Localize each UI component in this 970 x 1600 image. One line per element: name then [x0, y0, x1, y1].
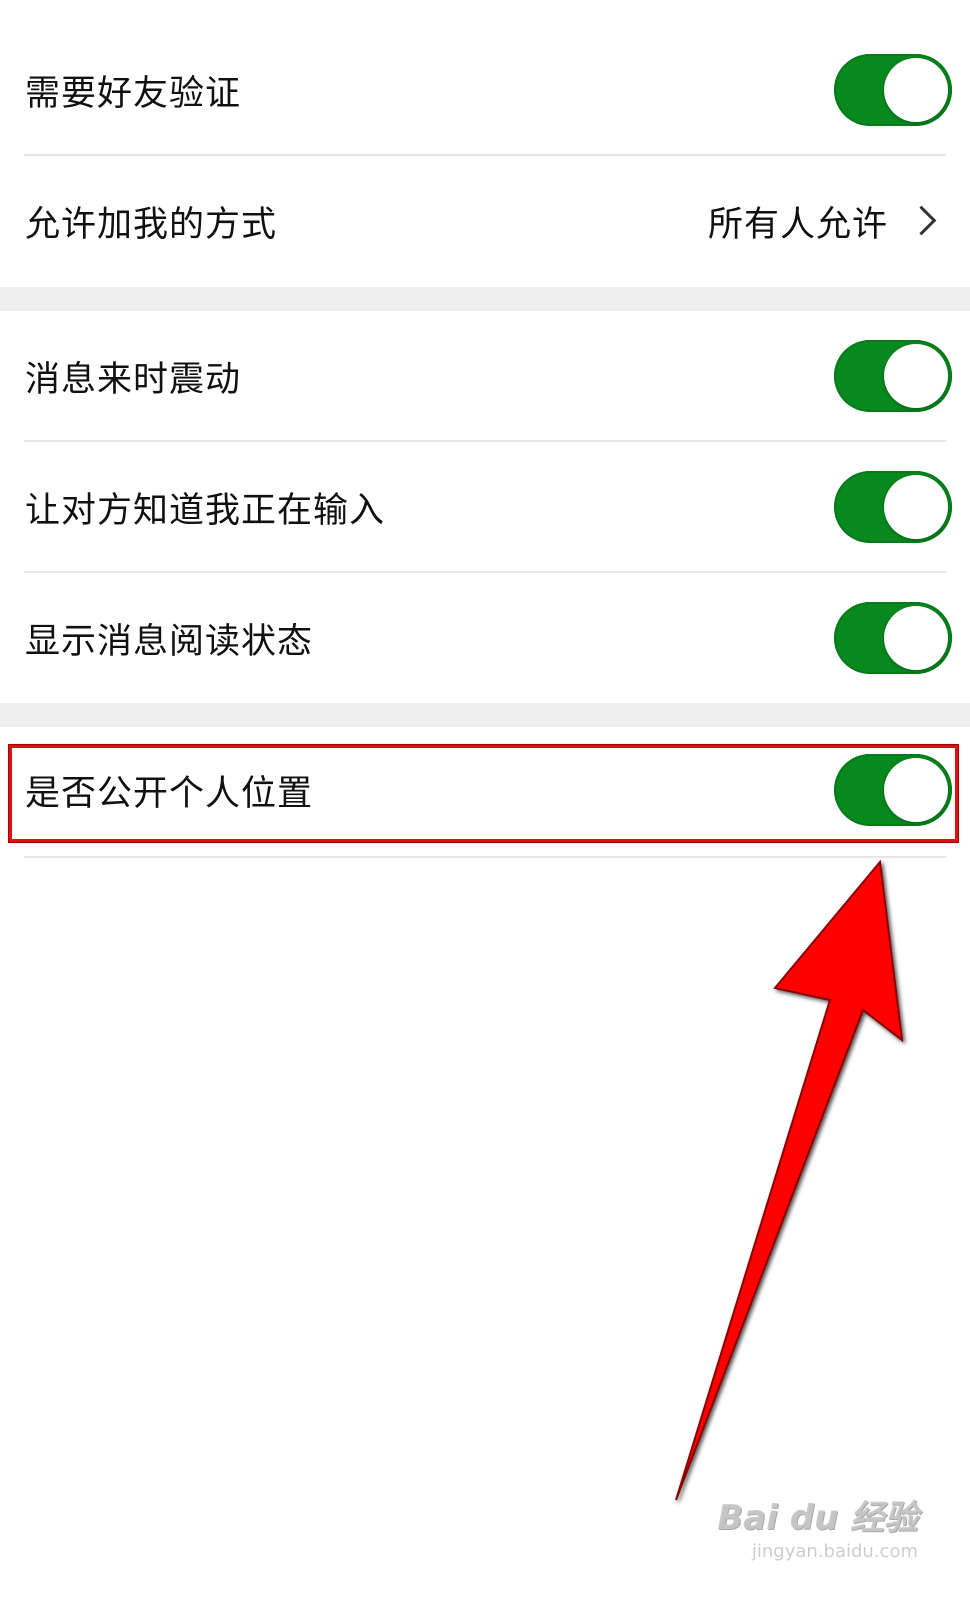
typing-indicator-label: 让对方知道我正在输入 [25, 490, 386, 531]
add-methods-value: 所有人允许 [707, 204, 888, 245]
arrow-shape [675, 859, 904, 1501]
chevron-right-icon [906, 205, 937, 236]
toggle-knob [884, 344, 948, 408]
vibrate-on-message-row[interactable]: 消息来时震动 [0, 311, 970, 441]
watermark-brand: Bai du 经验 [717, 1498, 918, 1538]
divider [24, 856, 946, 858]
read-status-label: 显示消息阅读状态 [25, 621, 314, 662]
watermark: Bai du 经验 jingyan.baidu.com [717, 1490, 918, 1562]
friend-verification-row[interactable]: 需要好友验证 [0, 25, 970, 155]
section-gap [0, 287, 970, 311]
toggle-knob [884, 606, 948, 670]
typing-indicator-toggle[interactable] [834, 471, 952, 543]
friend-verification-label: 需要好友验证 [25, 73, 242, 114]
read-status-toggle[interactable] [834, 602, 952, 674]
vibrate-on-message-label: 消息来时震动 [25, 359, 242, 400]
add-methods-label: 允许加我的方式 [25, 204, 278, 245]
vibrate-on-message-toggle[interactable] [834, 340, 952, 412]
read-status-row[interactable]: 显示消息阅读状态 [0, 573, 970, 703]
toggle-knob [884, 475, 948, 539]
friend-verification-toggle[interactable] [834, 54, 952, 126]
typing-indicator-row[interactable]: 让对方知道我正在输入 [0, 442, 970, 572]
watermark-url: jingyan.baidu.com [751, 1541, 918, 1562]
add-methods-row[interactable]: 允许加我的方式 所有人允许 [0, 156, 970, 286]
section-gap [0, 703, 970, 727]
highlight-box [8, 744, 959, 843]
toggle-knob [884, 58, 948, 122]
